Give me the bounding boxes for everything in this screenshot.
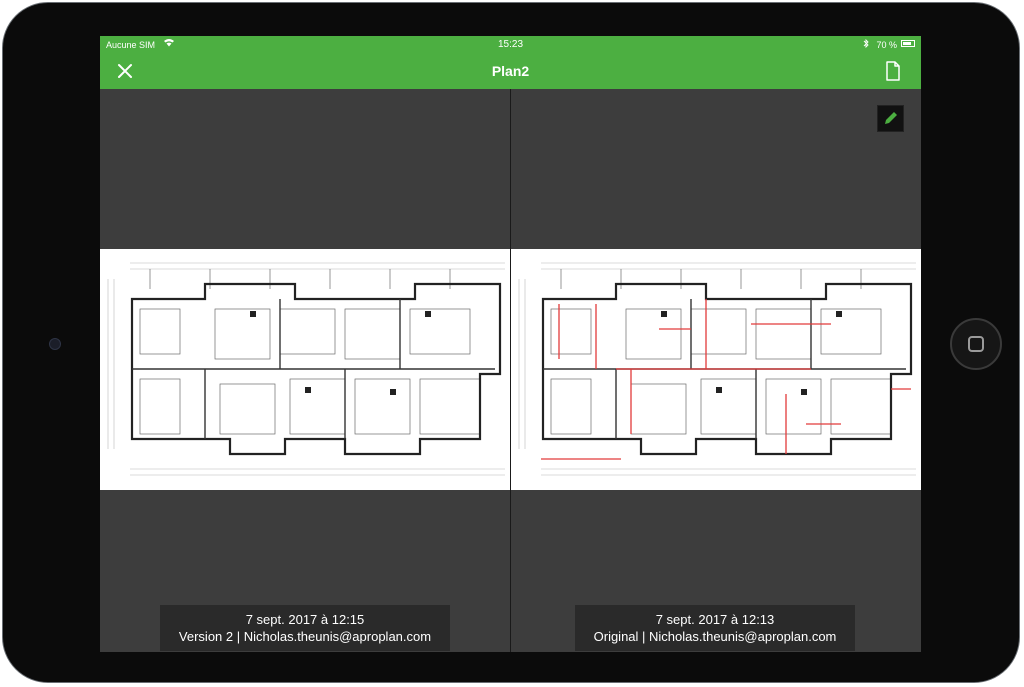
version-info: Version 2 | Nicholas.theunis@aproplan.co…: [178, 629, 432, 644]
original-info: Original | Nicholas.theunis@aproplan.com: [593, 629, 837, 644]
floor-plan-drawing: [107, 262, 505, 476]
app-screen: Aucune SIM 15:23 70 % Plan2 7 sept. 2017…: [100, 36, 921, 652]
left-pane-version-2: 7 sept. 2017 à 12:15 Version 2 | Nichola…: [100, 89, 510, 652]
battery-icon: [901, 40, 915, 47]
right-pane-original: 7 sept. 2017 à 12:13 Original | Nicholas…: [511, 89, 921, 652]
home-button[interactable]: [950, 318, 1002, 370]
version-caption: 7 sept. 2017 à 12:15 Version 2 | Nichola…: [160, 605, 450, 651]
page-title: Plan2: [491, 63, 530, 79]
camera-icon: [49, 338, 61, 350]
version-date: 7 sept. 2017 à 12:15: [245, 612, 365, 627]
nav-bar: Plan2: [100, 53, 921, 89]
document-icon[interactable]: [885, 61, 901, 81]
battery-percent: 70 %: [876, 40, 897, 50]
pencil-icon[interactable]: [877, 105, 904, 132]
original-date: 7 sept. 2017 à 12:13: [655, 612, 775, 627]
floor-plan-version-2[interactable]: [100, 249, 510, 490]
home-square-icon: [968, 336, 984, 352]
floor-plan-original[interactable]: [511, 249, 921, 490]
status-bar: Aucune SIM 15:23 70 %: [100, 36, 921, 53]
floor-plan-drawing-annotated: [518, 262, 916, 476]
bluetooth-icon: [863, 38, 869, 50]
original-caption: 7 sept. 2017 à 12:13 Original | Nicholas…: [575, 605, 855, 651]
status-time: 15:23: [497, 39, 524, 50]
